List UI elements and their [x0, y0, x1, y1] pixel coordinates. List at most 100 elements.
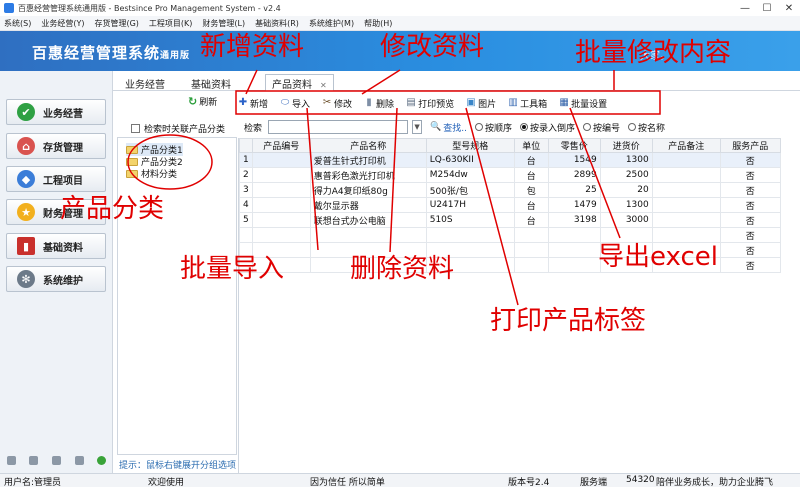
column-header[interactable]: 型号规格: [425, 138, 515, 153]
menu-maintenance[interactable]: 系统维护(M): [309, 18, 354, 29]
cell-retail: 1479: [547, 197, 601, 213]
table-row[interactable]: 3 得力A4复印纸80g 500张/包包 25 20 否: [239, 182, 781, 198]
close-tab-icon[interactable]: ✕: [320, 81, 327, 90]
search-label: 检索: [244, 123, 263, 134]
magnifier-icon: 🔍: [430, 122, 442, 132]
link-category-checkbox[interactable]: 检索时关联产品分类: [131, 122, 225, 135]
print-preview-button[interactable]: ▤ 打印预览: [406, 97, 454, 110]
star-icon: ★: [17, 203, 35, 221]
delete-button[interactable]: ▮ 删除: [364, 97, 394, 110]
sidebar-item-business[interactable]: ✔ 业务经营: [6, 99, 106, 125]
sort-by-order-radio[interactable]: 按顺序: [474, 121, 512, 134]
batch-settings-button[interactable]: ▦ 批量设置: [559, 97, 607, 110]
menu-help[interactable]: 帮助(H): [364, 18, 392, 29]
cell-cost: 20: [599, 182, 653, 198]
cell-note: [651, 152, 721, 168]
search-input[interactable]: [268, 120, 409, 134]
menu-finance[interactable]: 财务管理(L): [202, 18, 245, 29]
row-number: 5: [239, 212, 253, 228]
tab-business[interactable]: 业务经营: [125, 76, 165, 91]
radio-circle[interactable]: [519, 123, 528, 131]
brand-edition: 通用版: [160, 51, 191, 61]
minimize-button[interactable]: —: [734, 3, 756, 14]
toolbar: ✚ 新增 ⬭ 导入 ✂ 修改 ▮ 删除 ▤ 打印预览 ▣ 图片 ▥ 工具箱 ▦ 批量设置: [238, 92, 619, 114]
folder-icon: [126, 169, 138, 178]
image-button[interactable]: ▣ 图片: [466, 97, 496, 110]
cell-service: 否: [719, 257, 781, 273]
column-header[interactable]: 进货价: [599, 138, 653, 153]
blocks-icon: ◆: [17, 170, 35, 188]
folder-icon: [126, 145, 138, 154]
cell-cost: 1300: [599, 197, 653, 213]
sidebar-footer: [0, 445, 113, 475]
sidebar-item-label: 工程项目: [43, 175, 83, 187]
menu-basic-data[interactable]: 基础资料(R): [255, 18, 299, 29]
cell-retail: [547, 227, 601, 243]
annotation-edit: 修改资料: [380, 32, 485, 62]
toolbox-button[interactable]: ▥ 工具箱: [508, 97, 547, 110]
menu-projects[interactable]: 工程项目(K): [149, 18, 193, 29]
find-button[interactable]: 🔍 查找..: [430, 121, 467, 134]
status-version: 版本号2.4: [508, 478, 550, 487]
menu-system[interactable]: 系统(S): [4, 18, 31, 29]
add-button[interactable]: ✚ 新增: [238, 97, 268, 110]
cell-retail: [547, 257, 601, 273]
maximize-button[interactable]: ☐: [756, 3, 778, 14]
tab-basic-data[interactable]: 基础资料: [191, 76, 231, 91]
radio-label: 按编号: [593, 123, 621, 134]
radio-label: 按顺序: [484, 123, 512, 134]
column-header[interactable]: 产品备注: [651, 138, 721, 153]
column-header[interactable]: 零售价: [547, 138, 601, 153]
sidebar-item-maintenance[interactable]: ✻ 系统维护: [6, 266, 106, 292]
home-icon[interactable]: [6, 455, 16, 465]
table-row[interactable]: 1 爱普生针式打印机 LQ-630KII 台 1549 1300 否: [239, 152, 781, 168]
menu-inventory[interactable]: 存货管理(G): [94, 18, 138, 29]
sort-by-name-radio[interactable]: 按名称: [628, 121, 665, 134]
cell-cost: 2500: [599, 167, 653, 183]
chevron-down-icon[interactable]: ▼: [412, 120, 423, 134]
edit-button[interactable]: ✂ 修改: [322, 97, 352, 110]
table-row[interactable]: 2 惠普彩色激光打印机 M254dw 台 2899 2500 否: [239, 167, 781, 183]
column-header[interactable]: 产品编号: [251, 138, 311, 153]
batch-settings-icon: ▦: [559, 97, 569, 108]
cell-name: 惠普彩色激光打印机: [309, 167, 427, 183]
tree-node-materials[interactable]: 材料分类: [126, 167, 177, 180]
table-row[interactable]: 5 联想台式办公电脑 510S 台 3198 3000 否: [239, 212, 781, 228]
refresh-button[interactable]: ↻ 刷新: [188, 95, 217, 108]
sidebar-item-basic-data[interactable]: ▮ 基础资料: [6, 233, 106, 259]
column-header[interactable]: 产品名称: [309, 138, 427, 153]
sort-by-code-radio[interactable]: 按编号: [583, 121, 620, 134]
cell-note: [651, 212, 721, 228]
delete-label: 删除: [376, 99, 395, 110]
table-row[interactable]: 否: [239, 227, 781, 243]
checkbox-label: 检索时关联产品分类: [144, 125, 226, 135]
lock-icon[interactable]: [29, 455, 39, 465]
status-user: 用户名:管理员: [4, 478, 62, 487]
edit-icon: ✂: [322, 97, 332, 108]
sort-by-entry-desc-radio[interactable]: 按录入倒序: [519, 121, 575, 134]
tree-node-label: 材料分类: [141, 170, 178, 180]
settings-icon[interactable]: [74, 455, 84, 465]
radio-circle[interactable]: [583, 123, 591, 131]
add-label: 新增: [250, 99, 269, 110]
checkbox-box[interactable]: [131, 124, 140, 133]
column-header[interactable]: 单位: [513, 138, 549, 153]
grid-icon[interactable]: [51, 455, 61, 465]
online-icon[interactable]: [97, 455, 107, 465]
radio-circle[interactable]: [628, 123, 637, 131]
radio-circle[interactable]: [474, 123, 483, 131]
column-header[interactable]: [239, 138, 253, 153]
house-icon: ⌂: [17, 137, 35, 155]
menu-business[interactable]: 业务经营(Y): [41, 18, 84, 29]
sidebar-item-inventory[interactable]: ⌂ 存货管理: [6, 133, 106, 159]
import-button[interactable]: ⬭ 导入: [280, 97, 310, 110]
tab-products[interactable]: 产品资料 ✕: [265, 74, 334, 91]
close-button[interactable]: ✕: [778, 3, 800, 14]
annotation-category: 产品分类: [60, 194, 165, 224]
cell-cost: 3000: [599, 212, 653, 228]
row-number: 3: [239, 182, 253, 198]
table-row[interactable]: 4 戴尔显示器 U2417H 台 1479 1300 否: [239, 197, 781, 213]
sidebar-item-projects[interactable]: ◆ 工程项目: [6, 166, 106, 192]
column-header[interactable]: 服务产品: [719, 138, 781, 153]
cell-model: [425, 227, 515, 243]
